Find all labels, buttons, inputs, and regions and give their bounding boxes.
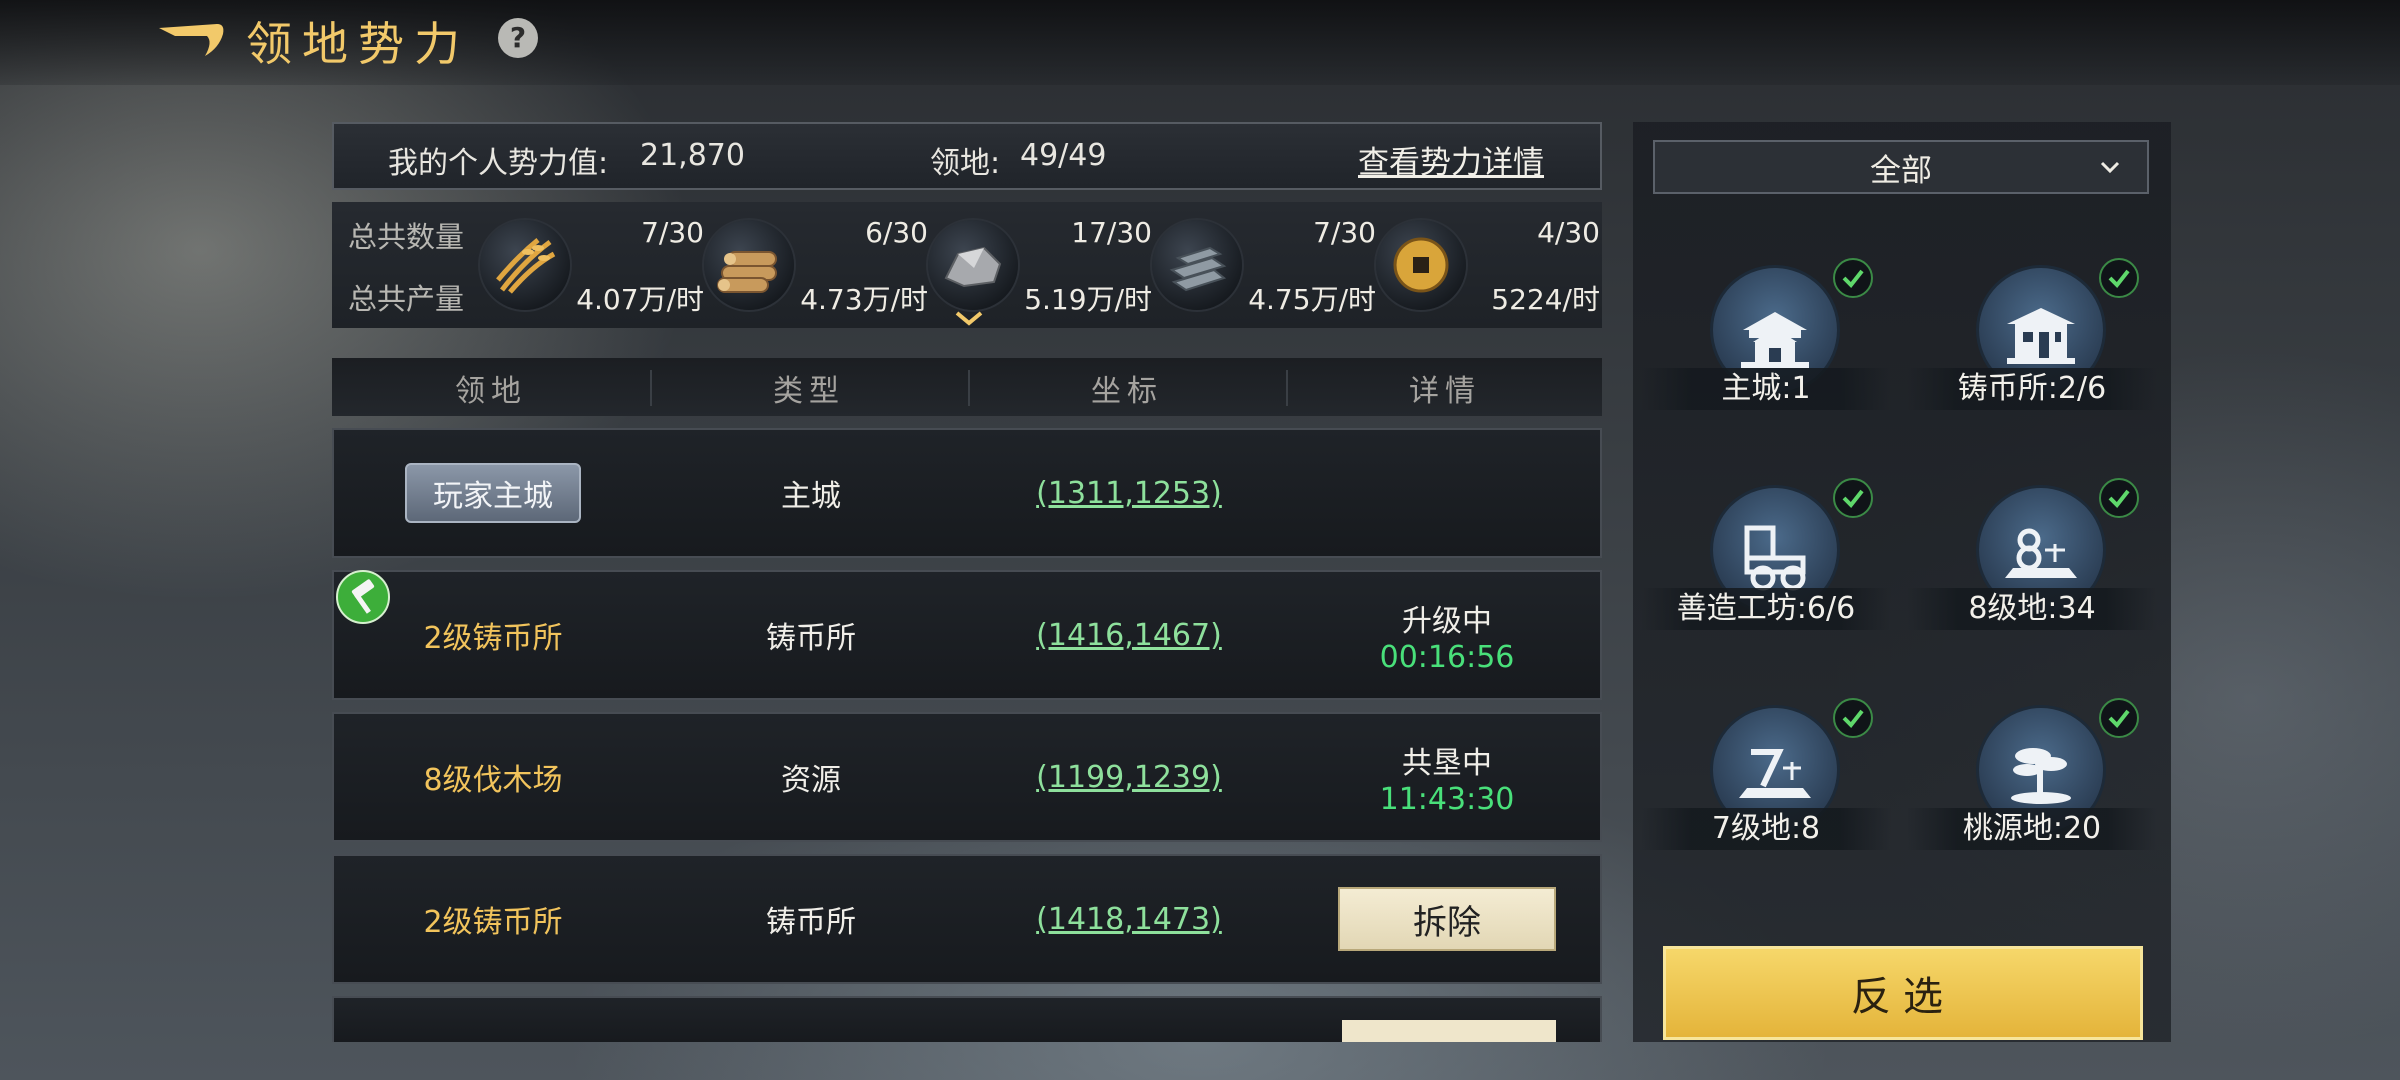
territory-label: 领地: [930, 146, 1001, 181]
coordinate-link[interactable]: (1416,1467) [1036, 618, 1222, 653]
coordinate-cell: (1418,1473) [970, 856, 1288, 982]
page-title: 领地势力 [246, 17, 470, 71]
invert-selection-button[interactable]: 反选 [1663, 946, 2143, 1040]
table-row[interactable] [332, 996, 1602, 1042]
power-label: 我的个人势力值: [388, 146, 609, 181]
expand-chevron-icon[interactable] [954, 310, 984, 326]
category-label: 善造工坊:6/6 [1641, 588, 1891, 630]
stone-count: 17/30 [1071, 216, 1152, 249]
table-row[interactable]: 玩家主城 主城 (1311,1253) [332, 428, 1602, 558]
view-power-details-link[interactable]: 查看势力详情 [1358, 137, 1544, 182]
top-bar: 领地势力 ? [0, 0, 2400, 85]
demolish-button[interactable] [1342, 1020, 1556, 1042]
check-icon [2099, 698, 2139, 738]
coin-production: 5224/时 [1491, 283, 1600, 316]
category-label: 主城:1 [1641, 368, 1891, 410]
coordinate-cell: (1416,1467) [970, 572, 1288, 698]
check-icon [1833, 258, 1873, 298]
stone-production: 5.19万/时 [1024, 283, 1152, 316]
coordinate-cell: (1311,1253) [970, 430, 1288, 556]
filter-panel: 全部 主城:1 铸币所:2/6 善造工坊:6/6 8级地:34 7级地:8 桃源… [1633, 122, 2171, 1042]
category-label: 桃源地:20 [1907, 808, 2157, 850]
column-type: 类型 [773, 374, 845, 409]
chevron-down-icon [2100, 161, 2120, 174]
iron-count: 7/30 [1313, 216, 1376, 249]
demolish-button[interactable]: 拆除 [1338, 887, 1556, 951]
category-main-city[interactable]: 主城:1 [1641, 248, 1891, 438]
check-icon [2099, 478, 2139, 518]
coordinate-link[interactable]: (1418,1473) [1036, 902, 1222, 937]
category-label: 7级地:8 [1641, 808, 1891, 850]
table-row[interactable]: 2级铸币所 铸币所 (1418,1473) 拆除 [332, 854, 1602, 984]
grain-count: 7/30 [641, 216, 704, 249]
territory-name: 2级铸币所 [423, 905, 563, 940]
wood-production: 4.73万/时 [800, 283, 928, 316]
category-level-7-land[interactable]: 7级地:8 [1641, 688, 1891, 878]
player-city-tag[interactable]: 玩家主城 [405, 463, 581, 523]
column-details: 详情 [1409, 374, 1481, 409]
territory-name: 8级伐木场 [423, 763, 563, 798]
category-workshop[interactable]: 善造工坊:6/6 [1641, 468, 1891, 658]
upgrade-status: 升级中 [1402, 603, 1492, 639]
grain-production: 4.07万/时 [576, 283, 704, 316]
details-cell: 共垦中 11:43:30 [1288, 714, 1606, 840]
table-header: 领地 类型 坐标 详情 [332, 358, 1602, 416]
back-arrow-icon[interactable] [155, 18, 227, 62]
resource-summary: 总共数量 总共产量 7/30 6/30 17/30 7/30 4/30 4.07… [332, 202, 1602, 328]
category-level-8-land[interactable]: 8级地:34 [1907, 468, 2157, 658]
details-cell: 拆除 [1288, 856, 1606, 982]
coordinate-cell: (1199,1239) [970, 714, 1288, 840]
column-coordinates: 坐标 [1091, 374, 1163, 409]
type-cell: 铸币所 [766, 621, 856, 656]
help-icon[interactable]: ? [498, 18, 538, 58]
type-cell: 主城 [781, 479, 841, 514]
power-summary: 我的个人势力值: 21,870 领地: 49/49 查看势力详情 [332, 122, 1602, 190]
type-cell: 铸币所 [766, 905, 856, 940]
category-peach-land[interactable]: 桃源地:20 [1907, 688, 2157, 878]
category-label: 铸币所:2/6 [1907, 368, 2157, 410]
territory-panel: 我的个人势力值: 21,870 领地: 49/49 查看势力详情 总共数量 总共… [332, 122, 1602, 1042]
table-row[interactable]: 2级铸币所 铸币所 (1416,1467) 升级中 00:16:56 [332, 570, 1602, 700]
territory-value: 49/49 [1020, 138, 1107, 173]
category-dropdown[interactable]: 全部 [1653, 140, 2149, 194]
cultivation-timer: 11:43:30 [1379, 781, 1515, 817]
check-icon [1833, 698, 1873, 738]
total-production-label: 总共产量 [348, 282, 465, 316]
wood-count: 6/30 [865, 216, 928, 249]
check-icon [2099, 258, 2139, 298]
details-cell: 升级中 00:16:56 [1288, 572, 1606, 698]
category-mint[interactable]: 铸币所:2/6 [1907, 248, 2157, 438]
iron-production: 4.75万/时 [1248, 283, 1376, 316]
territory-cell: 玩家主城 [334, 430, 652, 556]
check-icon [1833, 478, 1873, 518]
coordinate-link[interactable]: (1311,1253) [1036, 476, 1222, 511]
type-cell: 资源 [781, 763, 841, 798]
table-row[interactable]: 8级伐木场 资源 (1199,1239) 共垦中 11:43:30 [332, 712, 1602, 842]
coin-count: 4/30 [1537, 216, 1600, 249]
coordinate-link[interactable]: (1199,1239) [1036, 760, 1222, 795]
total-count-label: 总共数量 [348, 220, 465, 254]
category-label: 8级地:34 [1907, 588, 2157, 630]
dropdown-selected-value: 全部 [1870, 152, 1932, 189]
cultivation-status: 共垦中 [1402, 745, 1492, 781]
column-territory: 领地 [455, 374, 527, 409]
hammer-icon [336, 570, 390, 624]
power-value: 21,870 [640, 138, 745, 173]
upgrade-timer: 00:16:56 [1379, 639, 1515, 675]
